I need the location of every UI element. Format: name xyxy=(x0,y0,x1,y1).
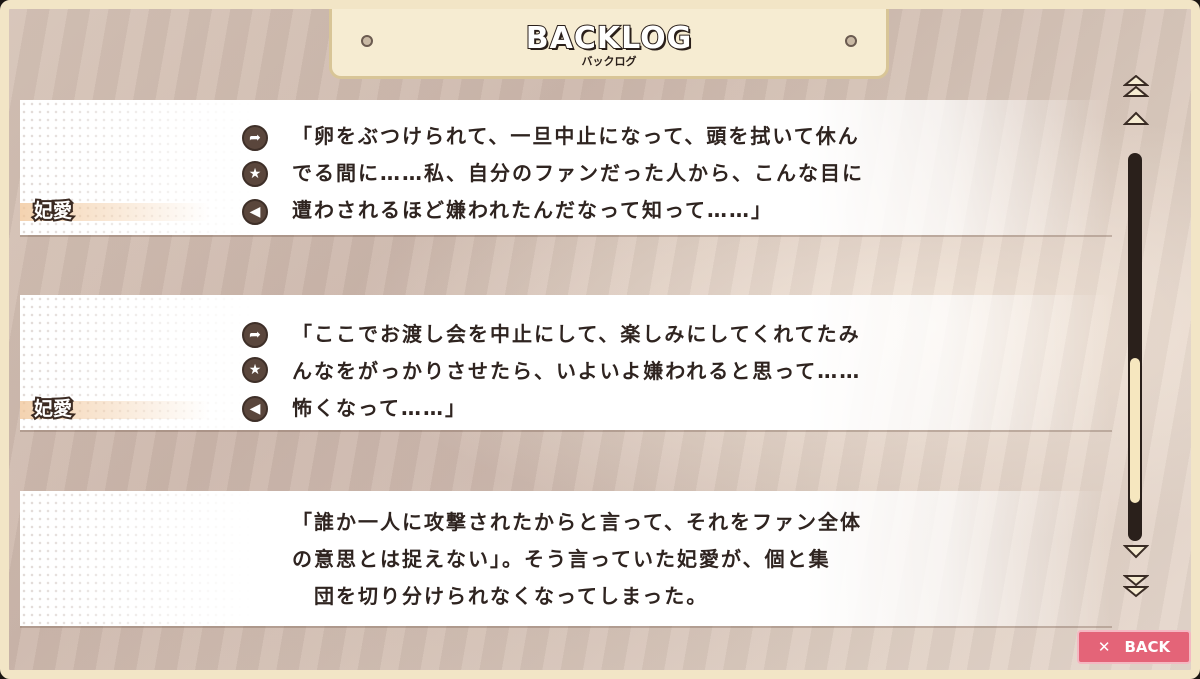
narration-line: 「誰か一人に攻撃されたからと言って、それをファン全体 xyxy=(292,510,862,534)
log-entry[interactable]: 「誰か一人に攻撃されたからと言って、それをファン全体 の意思とは捉えない」。そう… xyxy=(20,491,1112,626)
speaker-name: 妃愛 xyxy=(32,396,74,422)
dot-pattern xyxy=(20,491,250,626)
log-entry[interactable]: 妃愛 ➦ ★ ◀ 「ここでお渡し会を中止にして、楽しみにしてくれてたみ んなをが… xyxy=(20,295,1112,430)
favorite-star-icon[interactable]: ★ xyxy=(242,161,268,187)
voice-replay-icon[interactable]: ◀ xyxy=(242,396,268,422)
page-title: BACKLOG xyxy=(525,20,693,57)
narration-line: 団を切り分けられなくなってしまった。 xyxy=(314,584,709,608)
jump-icon[interactable]: ➦ xyxy=(242,322,268,348)
log-entry[interactable]: 妃愛 ➦ ★ ◀ 「卵をぶつけられて、一旦中止になって、頭を拭いて休ん でる間に… xyxy=(20,100,1112,235)
dialogue-text: 「卵をぶつけられて、一旦中止になって、頭を拭いて休ん でる間に……私、自分のファ… xyxy=(292,118,864,229)
backlog-screen: BACKLOG バックログ 妃愛 ➦ ★ ◀ 「卵をぶつけられて、一旦中止になっ… xyxy=(0,0,1200,679)
dialogue-line: んなをがっかりさせたら、いよいよ嫌われると思って…… xyxy=(292,359,862,383)
back-button[interactable]: ✕ BACK xyxy=(1077,630,1191,664)
voice-replay-icon[interactable]: ◀ xyxy=(242,199,268,225)
page-subtitle: バックログ xyxy=(581,55,637,68)
scroll-top-icon[interactable] xyxy=(1123,75,1149,97)
close-icon: ✕ xyxy=(1097,638,1111,656)
dialogue-line: 「ここでお渡し会を中止にして、楽しみにしてくれてたみ xyxy=(292,322,861,346)
scroll-bottom-icon[interactable] xyxy=(1123,573,1149,598)
dialogue-line: 怖くなって……」 xyxy=(292,396,467,420)
scroll-up-icon[interactable] xyxy=(1123,111,1149,131)
jump-icon[interactable]: ➦ xyxy=(242,125,268,151)
dialogue-line: 遭わされるほど嫌われたんだなって知って……」 xyxy=(292,198,773,222)
speaker-name: 妃愛 xyxy=(32,198,74,224)
scrollbar-thumb[interactable] xyxy=(1130,358,1140,504)
dialogue-line: 「卵をぶつけられて、一旦中止になって、頭を拭いて休ん xyxy=(292,124,860,148)
scroll-down-icon[interactable] xyxy=(1123,543,1149,563)
narration-line: の意思とは捉えない」。そう言っていた妃愛が、個と集 xyxy=(292,547,831,571)
back-button-label: BACK xyxy=(1124,638,1171,656)
favorite-star-icon[interactable]: ★ xyxy=(242,357,268,383)
backlog-title-tab: BACKLOG バックログ xyxy=(329,9,889,79)
dialogue-line: でる間に……私、自分のファンだった人から、こんな目に xyxy=(292,161,864,185)
scrollbar-track[interactable] xyxy=(1128,153,1142,541)
narration-text: 「誰か一人に攻撃されたからと言って、それをファン全体 の意思とは捉えない」。そう… xyxy=(292,504,862,615)
dialogue-text: 「ここでお渡し会を中止にして、楽しみにしてくれてたみ んなをがっかりさせたら、い… xyxy=(292,316,861,427)
